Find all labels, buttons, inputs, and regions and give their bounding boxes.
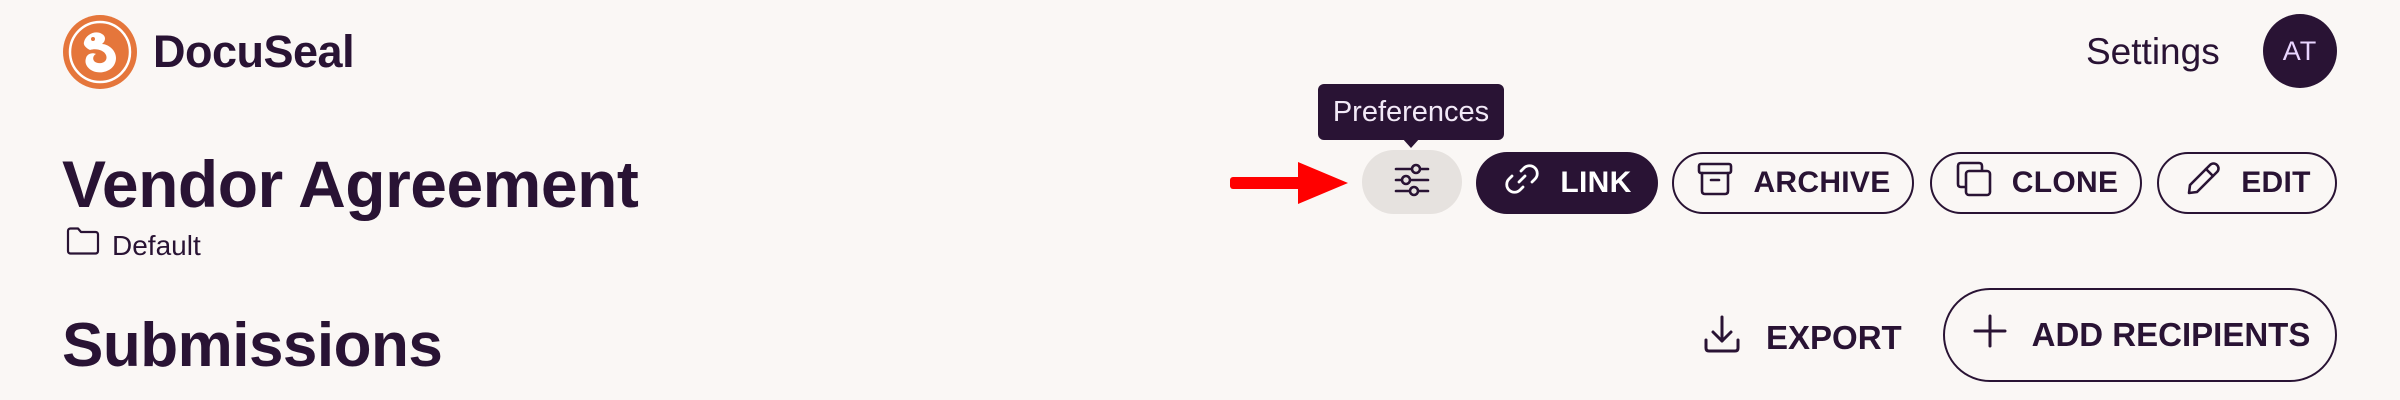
archive-button[interactable]: ARCHIVE [1672, 152, 1914, 214]
export-label: EXPORT [1766, 319, 1902, 356]
folder-name: Default [112, 229, 201, 261]
settings-link[interactable]: Settings [2086, 22, 2220, 82]
archive-box-icon [1695, 159, 1735, 207]
archive-label: ARCHIVE [1753, 166, 1891, 199]
brand-name[interactable]: DocuSeal [153, 22, 355, 82]
docuseal-logo-icon[interactable] [62, 14, 138, 90]
plus-icon [1970, 311, 2010, 359]
edit-label: EDIT [2241, 166, 2311, 199]
submissions-heading: Submissions [62, 311, 443, 380]
tooltip-pointer [1402, 138, 1420, 148]
edit-button[interactable]: EDIT [2157, 152, 2337, 214]
preferences-button[interactable] [1362, 150, 1462, 214]
export-button[interactable]: EXPORT [1700, 308, 1902, 368]
sliders-icon [1392, 160, 1432, 205]
annotation-arrow-icon [1230, 160, 1348, 206]
add-recipients-label: ADD RECIPIENTS [2031, 316, 2311, 353]
folder-link[interactable]: Default [66, 226, 201, 265]
folder-icon [66, 226, 100, 265]
add-recipients-button[interactable]: ADD RECIPIENTS [1943, 288, 2337, 382]
link-button[interactable]: LINK [1476, 152, 1658, 214]
template-title: Vendor Agreement [62, 147, 639, 221]
link-label: LINK [1560, 166, 1632, 199]
avatar-initials: AT [2282, 35, 2318, 66]
user-avatar[interactable]: AT [2263, 14, 2337, 88]
link-icon [1502, 159, 1542, 207]
clone-button[interactable]: CLONE [1930, 152, 2142, 214]
clone-label: CLONE [2011, 166, 2119, 199]
download-icon [1700, 312, 1744, 364]
copy-icon [1954, 159, 1994, 207]
preferences-tooltip: Preferences [1318, 84, 1504, 140]
pencil-icon [2183, 159, 2223, 207]
